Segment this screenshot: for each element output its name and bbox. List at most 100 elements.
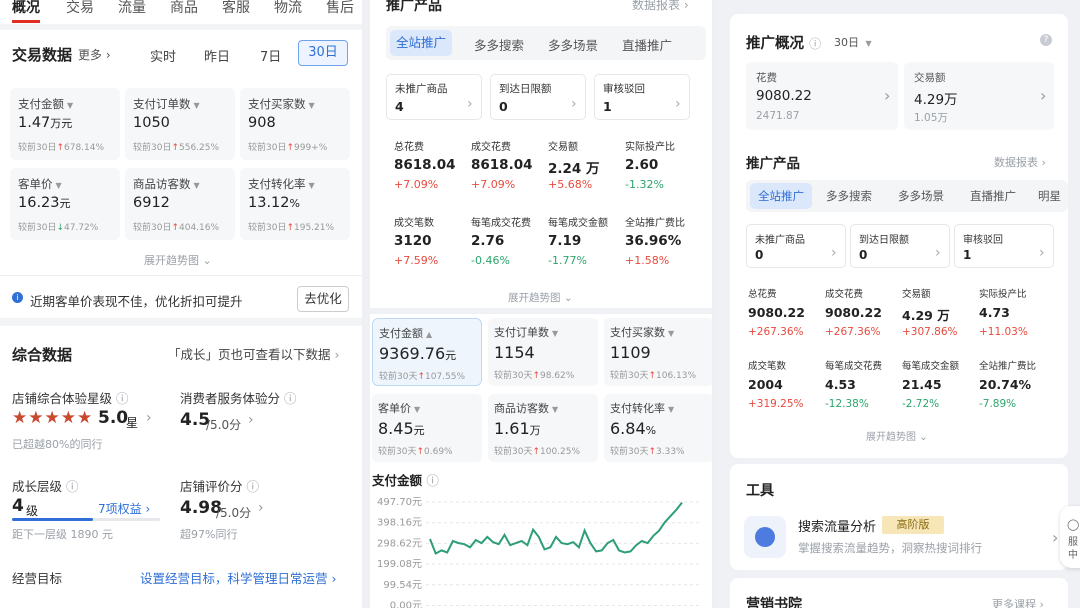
metric-compare: 较前30日↑195.21% (248, 223, 335, 233)
help-icon[interactable]: ? (1040, 34, 1052, 46)
tab-search-promo[interactable]: 多多搜索 (474, 35, 524, 54)
stat-value: 9080.22 (825, 305, 882, 320)
tab-live-promo[interactable]: 直播推广 (970, 188, 1016, 204)
stat-value: 4.73 (979, 305, 1010, 320)
service-score-label: 消费者服务体验分 ⓘ (180, 391, 297, 406)
arrow-up-icon: ↑ (171, 143, 179, 153)
promo-tabs: 全站推广 多多搜索 多多场景 直播推广 (386, 26, 706, 60)
tip-text: 近期客单价表现不佳，优化折扣可提升 (30, 294, 243, 309)
arrow-up-icon: ↑ (416, 447, 424, 457)
academy-title: 营销书院 (746, 597, 802, 608)
gmv-card[interactable]: 交易额 4.29万 1.05万 › (904, 62, 1054, 130)
range-7d[interactable]: 7日 (260, 46, 281, 65)
chevron-right-icon: › (571, 96, 577, 112)
trade-metric-card[interactable]: 商品访客数 ▼ 6912 较前30日↑404.16% (125, 168, 235, 240)
right-product-title: 推广产品 (746, 156, 800, 172)
tab-scene-promo[interactable]: 多多场景 (548, 35, 598, 54)
overview-card: 推广概况 ⓘ 30日 ▼ ? 花费 9080.22 2471.87 › 交易额 … (730, 14, 1068, 458)
mid-expand-trend[interactable]: 展开趋势图 ⌄ (508, 290, 573, 305)
stat-label: 成交花费 (471, 142, 511, 153)
metric-value: 1109 (610, 343, 651, 362)
trade-more-link[interactable]: 更多 › (78, 46, 111, 63)
range-realtime[interactable]: 实时 (150, 46, 176, 65)
tool-name[interactable]: 搜索流量分析 (798, 516, 876, 535)
chevron-right-icon[interactable]: › (1052, 528, 1058, 547)
tab-site-promo[interactable]: 全站推广 (750, 183, 812, 209)
tab-overview[interactable]: 概况 (12, 0, 40, 17)
tab-traffic[interactable]: 流量 (118, 0, 146, 17)
tab-scene-promo[interactable]: 多多场景 (898, 188, 944, 204)
status-box[interactable]: 审核驳回 1 › (594, 74, 690, 120)
tab-aftersale[interactable]: 售后 (326, 0, 354, 17)
status-box[interactable]: 到达日限额 0 › (850, 224, 950, 268)
tab-goods[interactable]: 商品 (170, 0, 198, 17)
status-box[interactable]: 未推广商品 0 › (746, 224, 846, 268)
y-tick-label: 497.70元 (377, 497, 422, 508)
tab-trade[interactable]: 交易 (66, 0, 94, 17)
trade-metric-card[interactable]: 支付买家数 ▼ 908 较前30日↑999+% (240, 88, 350, 160)
tab-logistics[interactable]: 物流 (274, 0, 302, 17)
y-tick-label: 99.54元 (383, 580, 422, 591)
stat-label: 每笔成交金额 (902, 361, 960, 372)
metric-compare: 较前30日↑678.14% (18, 143, 105, 153)
arrow-up-icon: ↑ (532, 371, 540, 381)
arrow-up-icon: ↑ (532, 447, 540, 457)
stat-value: 2004 (748, 377, 783, 392)
status-box[interactable]: 审核驳回 1 › (954, 224, 1054, 268)
status-box[interactable]: 到达日限额 0 › (490, 74, 586, 120)
pay-metric-card[interactable]: 支付订单数 ▼ 1154 较前30天↑98.62% (488, 318, 598, 386)
chevron-right-icon[interactable]: › (248, 412, 254, 428)
status-value: 4 (395, 99, 404, 114)
goal-link[interactable]: 设置经营目标，科学管理日常运营 › (140, 568, 337, 587)
pay-metric-card[interactable]: 商品访客数 ▼ 1.61万 较前30天↑100.25% (488, 394, 598, 462)
status-box[interactable]: 未推广商品 4 › (386, 74, 482, 120)
metric-value: 16.23元 (18, 195, 71, 211)
right-report-link[interactable]: 数据报表 › (994, 154, 1046, 170)
stat-label: 总花费 (394, 142, 424, 153)
growth-benefit-link[interactable]: 7项权益 › (98, 500, 150, 517)
stat-value: 2.60 (625, 157, 659, 173)
trade-metric-card[interactable]: 支付转化率 ▼ 13.12% 较前30日↑195.21% (240, 168, 350, 240)
stat-value: 20.74% (979, 377, 1032, 392)
floating-service-button[interactable]: ◯ 服中 (1060, 506, 1080, 568)
chevron-right-icon[interactable]: › (146, 410, 152, 426)
tab-live-promo[interactable]: 直播推广 (622, 35, 672, 54)
trade-metric-card[interactable]: 客单价 ▼ 16.23元 较前30日↓47.72% (10, 168, 120, 240)
range-30d[interactable]: 30日 (298, 40, 348, 66)
pay-metric-card[interactable]: 支付买家数 ▼ 1109 较前30天↑106.13% (604, 318, 712, 386)
stat-value: 4.53 (825, 377, 856, 392)
optimize-button[interactable]: 去优化 (297, 286, 349, 312)
tab-search-promo[interactable]: 多多搜索 (826, 188, 872, 204)
metric-label: 支付金额 ▲ (379, 327, 433, 340)
range-select[interactable]: 30日 ▼ (834, 34, 872, 50)
trade-metric-card[interactable]: 支付金额 ▼ 1.47万元 较前30日↑678.14% (10, 88, 120, 160)
growth-page-link[interactable]: 「成长」页也可查看以下数据 › (168, 344, 340, 363)
trade-metric-card[interactable]: 支付订单数 ▼ 1050 较前30日↑556.25% (125, 88, 235, 160)
help-icon: ⓘ (809, 37, 822, 51)
caret-down-icon: ▼ (552, 329, 559, 338)
arrow-up-icon: ↑ (648, 371, 656, 381)
chevron-right-icon[interactable]: › (258, 500, 264, 516)
pay-metric-card[interactable]: 支付金额 ▲ 9369.76元 较前30天↑107.55% (372, 318, 482, 386)
tab-star-promo[interactable]: 明星 (1038, 188, 1061, 204)
chevron-right-icon: › (1040, 86, 1047, 105)
more-courses-link[interactable]: 更多课程 › (992, 596, 1044, 608)
spend-card[interactable]: 花费 9080.22 2471.87 › (746, 62, 898, 130)
metric-value: 1050 (133, 115, 170, 131)
data-report-link[interactable]: 数据报表 › (632, 0, 689, 13)
pay-metric-card[interactable]: 客单价 ▼ 8.45元 较前30天↑0.69% (372, 394, 482, 462)
metric-compare: 较前30天↑3.33% (610, 447, 685, 457)
metric-value: 13.12% (248, 195, 300, 211)
range-yesterday[interactable]: 昨日 (204, 46, 230, 65)
metric-label: 客单价 ▼ (378, 402, 421, 415)
tab-site-promo[interactable]: 全站推广 (390, 30, 452, 56)
stat-label: 成交笔数 (394, 218, 434, 229)
service-chat-icon: ◯ (1067, 518, 1080, 531)
trade-expand-trend[interactable]: 展开趋势图 ⌄ (144, 252, 212, 268)
store-star-label: 店铺综合体验星级 ⓘ (12, 391, 129, 406)
right-expand-trend[interactable]: 展开趋势图 ⌄ (866, 428, 928, 443)
pay-metric-card[interactable]: 支付转化率 ▼ 6.84% 较前30天↑3.33% (604, 394, 712, 462)
tab-service[interactable]: 客服 (222, 0, 250, 17)
right-panel: 推广概况 ⓘ 30日 ▼ ? 花费 9080.22 2471.87 › 交易额 … (718, 0, 1080, 608)
metric-value: 6.84% (610, 419, 657, 438)
